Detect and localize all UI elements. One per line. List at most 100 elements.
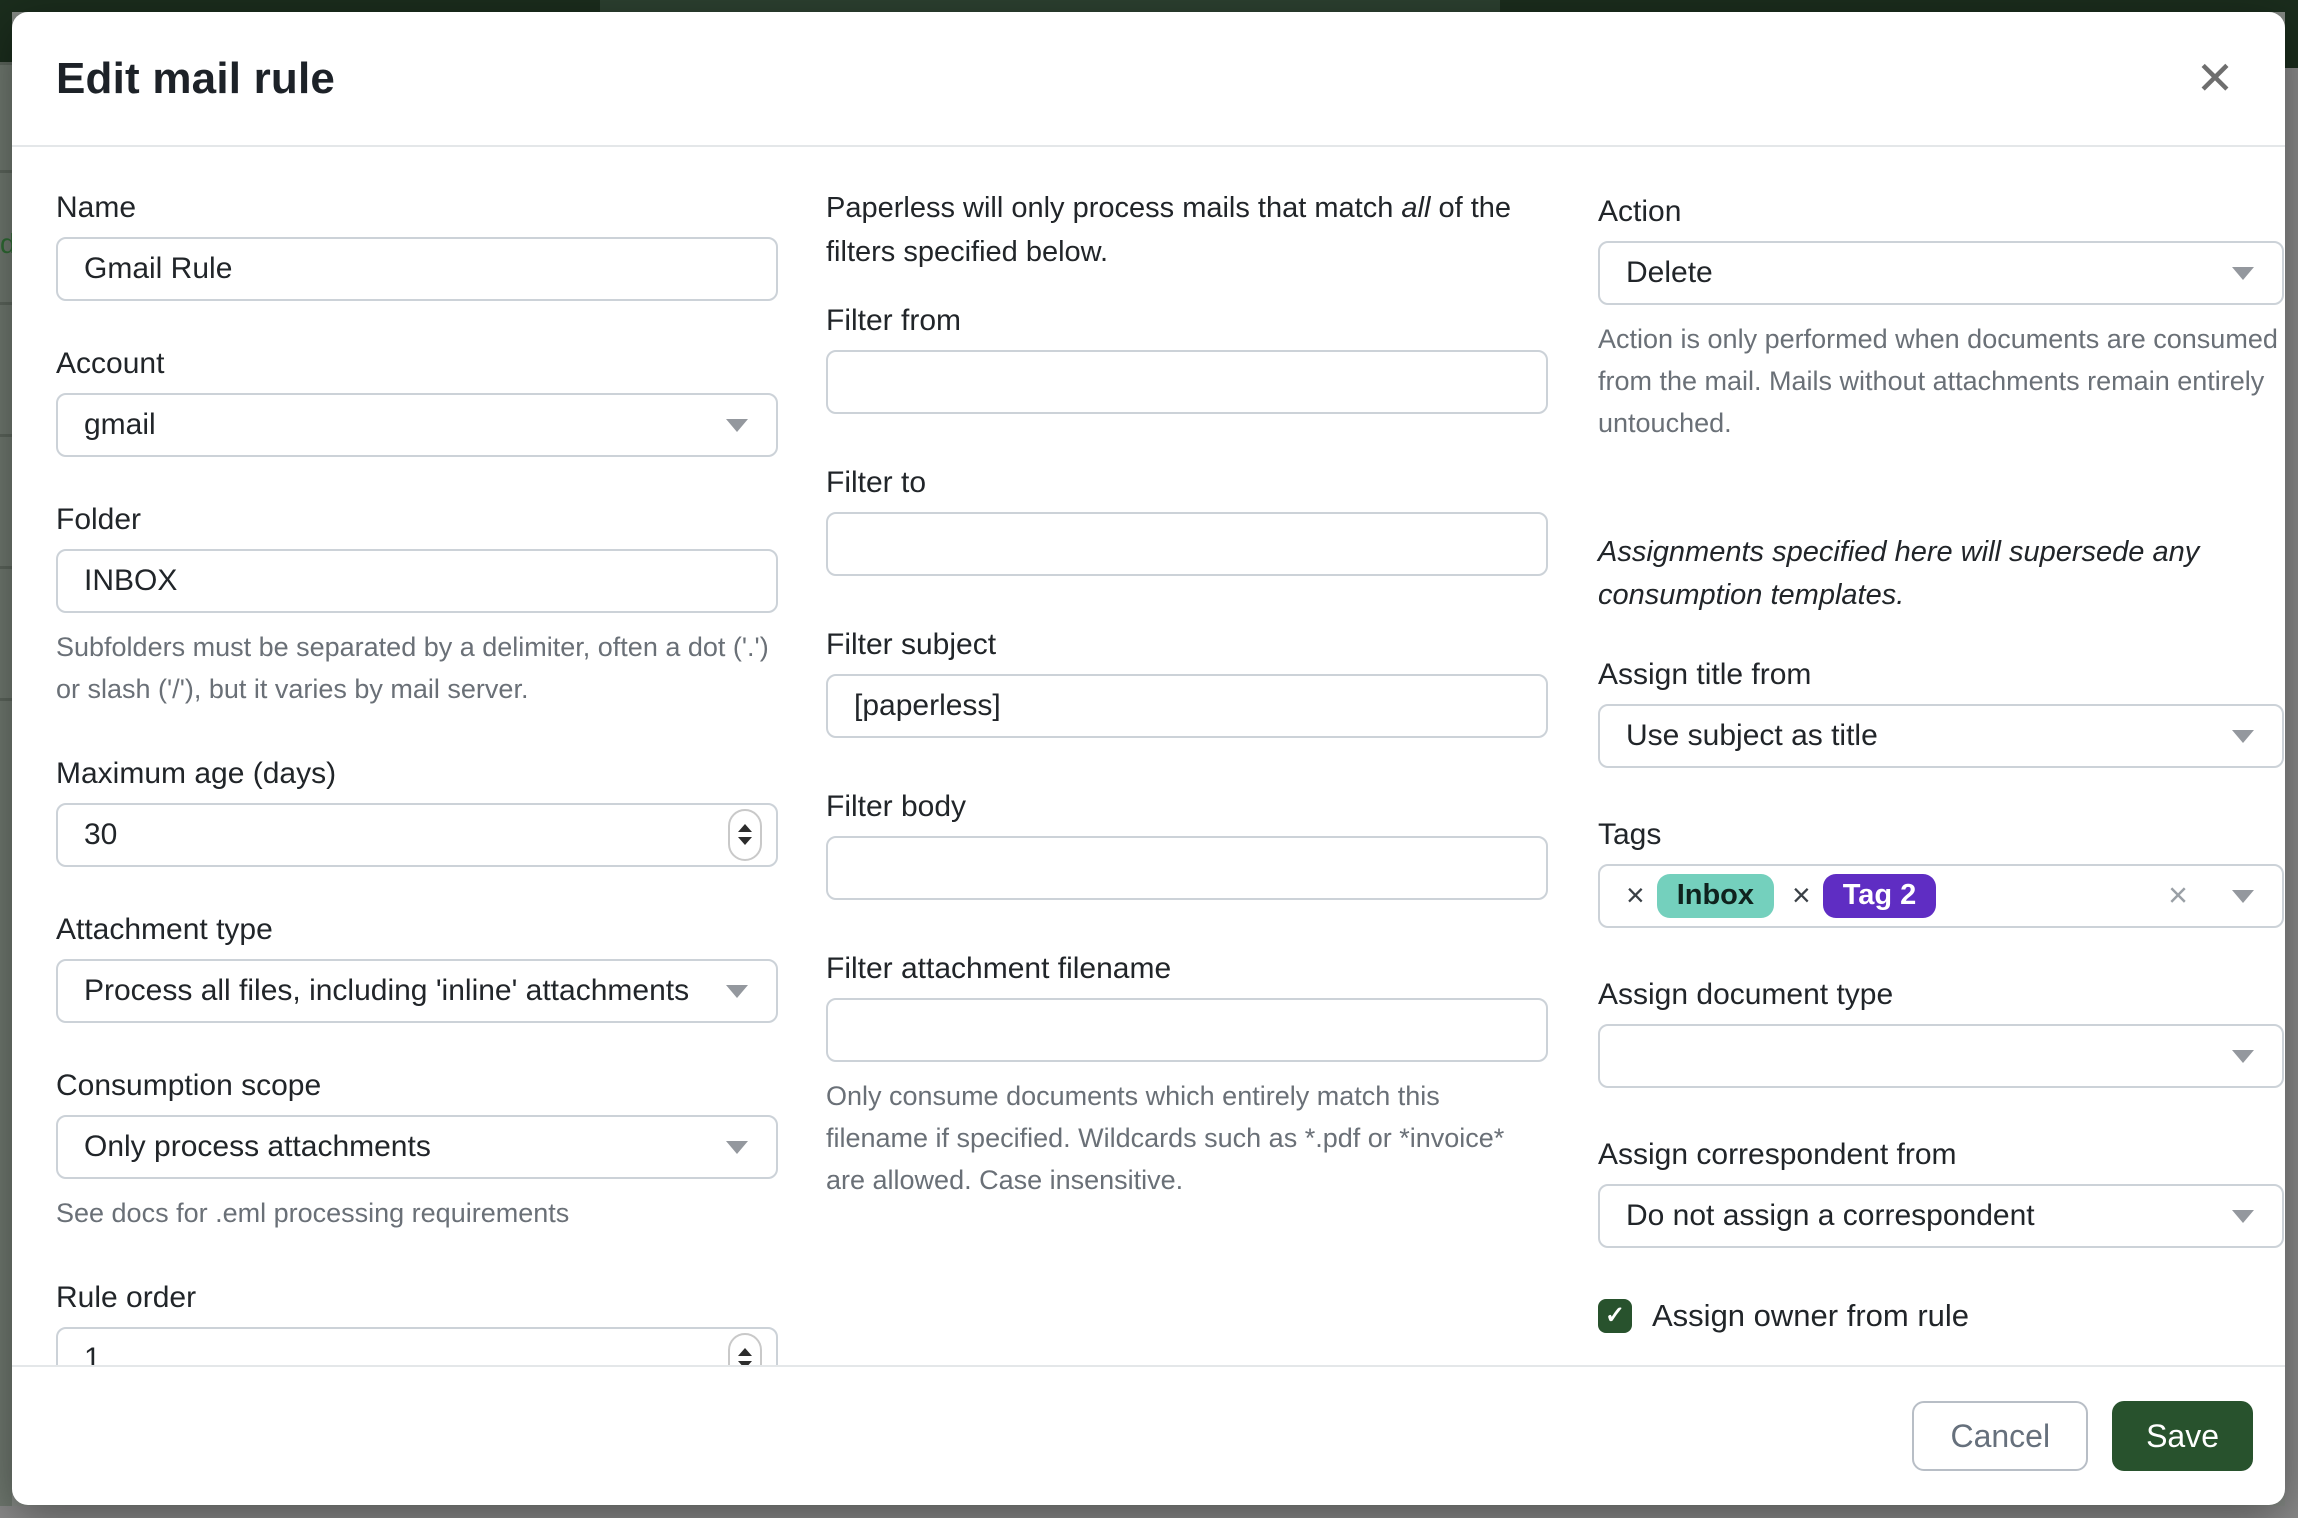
consumption-scope-selected-value: Only process attachments (84, 1130, 431, 1164)
assign-title-select[interactable]: Use subject as title (1598, 704, 2284, 768)
max-age-input[interactable]: 30 (56, 803, 778, 867)
name-group: Name (56, 191, 778, 301)
folder-group: Folder Subfolders must be separated by a… (56, 503, 778, 711)
dialog-footer: Cancel Save (12, 1365, 2285, 1505)
assign-correspondent-select[interactable]: Do not assign a correspondent (1598, 1184, 2284, 1248)
consumption-scope-help-text: See docs for .eml processing requirement… (56, 1193, 778, 1235)
filter-subject-group: Filter subject (826, 628, 1548, 738)
assign-doctype-select[interactable] (1598, 1024, 2284, 1088)
assign-correspondent-group: Assign correspondent from Do not assign … (1598, 1138, 2284, 1248)
filter-to-group: Filter to (826, 466, 1548, 576)
cancel-button[interactable]: Cancel (1912, 1401, 2088, 1471)
filter-filename-group: Filter attachment filename Only consume … (826, 952, 1548, 1202)
tag-chip-tag2[interactable]: Tag 2 (1823, 874, 1937, 918)
filter-filename-label: Filter attachment filename (826, 952, 1548, 986)
assign-owner-row: ✓ Assign owner from rule (1598, 1298, 2284, 1334)
chevron-down-icon (2232, 730, 2254, 743)
edit-mail-rule-dialog: Edit mail rule ✕ Name Account gmail Fold… (12, 12, 2285, 1505)
dialog-body: Name Account gmail Folder Subfolders mus… (12, 149, 2285, 1365)
tags-group: Tags × Inbox × Tag 2 × (1598, 818, 2284, 928)
assign-title-selected-value: Use subject as title (1626, 719, 1878, 753)
backdrop-bottom-sliver (0, 1506, 2298, 1518)
remove-tag-icon[interactable]: × (1626, 877, 1645, 914)
folder-help-text: Subfolders must be separated by a delimi… (56, 627, 778, 711)
number-stepper[interactable] (728, 809, 762, 861)
assign-owner-label: Assign owner from rule (1652, 1298, 1969, 1334)
intro-emphasis: all (1401, 192, 1430, 224)
dialog-title: Edit mail rule (56, 54, 335, 104)
backdrop-text-fragment: d (0, 228, 12, 260)
filter-to-input[interactable] (826, 512, 1548, 576)
filter-body-group: Filter body (826, 790, 1548, 900)
filter-from-label: Filter from (826, 304, 1548, 338)
backdrop-row-line (0, 302, 12, 305)
rule-order-input[interactable]: 1 (56, 1327, 778, 1365)
filter-body-input[interactable] (826, 836, 1548, 900)
rule-order-group: Rule order 1 (56, 1281, 778, 1365)
max-age-label: Maximum age (days) (56, 757, 778, 791)
filter-subject-input[interactable] (826, 674, 1548, 738)
stepper-up-icon (738, 1348, 752, 1356)
action-selected-value: Delete (1626, 256, 1713, 290)
chevron-down-icon (726, 1141, 748, 1154)
name-input[interactable] (56, 237, 778, 301)
action-help-text: Action is only performed when documents … (1598, 319, 2284, 445)
stepper-down-icon (738, 837, 752, 845)
backdrop-row-line (0, 566, 12, 569)
account-label: Account (56, 347, 778, 381)
account-selected-value: gmail (84, 408, 156, 442)
filter-filename-input[interactable] (826, 998, 1548, 1062)
assign-owner-checkbox[interactable]: ✓ (1598, 1299, 1632, 1333)
assignments-note: Assignments specified here will supersed… (1598, 531, 2284, 618)
tags-label: Tags (1598, 818, 2284, 852)
consumption-scope-select[interactable]: Only process attachments (56, 1115, 778, 1179)
check-icon: ✓ (1605, 1301, 1625, 1330)
max-age-value: 30 (84, 818, 117, 852)
attachment-type-selected-value: Process all files, including 'inline' at… (84, 974, 689, 1008)
filter-from-group: Filter from (826, 304, 1548, 414)
backdrop-right-sliver (2285, 0, 2298, 1518)
filter-body-label: Filter body (826, 790, 1548, 824)
backdrop-right-navbar (2285, 0, 2298, 68)
chevron-down-icon (2232, 890, 2254, 903)
remove-tag-icon[interactable]: × (1792, 877, 1811, 914)
assign-doctype-label: Assign document type (1598, 978, 2284, 1012)
clear-tags-icon[interactable]: × (2168, 876, 2188, 915)
assign-title-label: Assign title from (1598, 658, 2284, 692)
assign-correspondent-selected-value: Do not assign a correspondent (1626, 1199, 2035, 1233)
folder-input[interactable] (56, 549, 778, 613)
chevron-down-icon (726, 419, 748, 432)
close-button[interactable]: ✕ (2179, 42, 2251, 114)
chevron-down-icon (2232, 267, 2254, 280)
filter-subject-label: Filter subject (826, 628, 1548, 662)
consumption-scope-label: Consumption scope (56, 1069, 778, 1103)
max-age-group: Maximum age (days) 30 (56, 757, 778, 867)
column-general: Name Account gmail Folder Subfolders mus… (56, 149, 778, 1365)
attachment-type-select[interactable]: Process all files, including 'inline' at… (56, 959, 778, 1023)
stepper-up-icon (738, 824, 752, 832)
column-actions: Action Delete Action is only performed w… (1598, 149, 2284, 1334)
dialog-header: Edit mail rule ✕ (12, 12, 2285, 147)
folder-label: Folder (56, 503, 778, 537)
action-select[interactable]: Delete (1598, 241, 2284, 305)
attachment-type-label: Attachment type (56, 913, 778, 947)
filters-intro-text: Paperless will only process mails that m… (826, 187, 1548, 274)
backdrop-left-navbar (0, 0, 12, 62)
filter-to-label: Filter to (826, 466, 1548, 500)
number-stepper[interactable] (728, 1333, 762, 1365)
tag-chip-inbox[interactable]: Inbox (1657, 874, 1774, 918)
action-label: Action (1598, 195, 2284, 229)
assign-title-group: Assign title from Use subject as title (1598, 658, 2284, 768)
chevron-down-icon (726, 985, 748, 998)
name-label: Name (56, 191, 778, 225)
tags-multiselect[interactable]: × Inbox × Tag 2 × (1598, 864, 2284, 928)
close-icon: ✕ (2196, 51, 2235, 105)
save-button[interactable]: Save (2112, 1401, 2253, 1471)
assign-correspondent-label: Assign correspondent from (1598, 1138, 2284, 1172)
account-select[interactable]: gmail (56, 393, 778, 457)
filter-from-input[interactable] (826, 350, 1548, 414)
assign-doctype-group: Assign document type (1598, 978, 2284, 1088)
action-group: Action Delete Action is only performed w… (1598, 195, 2284, 445)
backdrop-row-line (0, 698, 12, 701)
column-filters: Paperless will only process mails that m… (826, 149, 1548, 1254)
